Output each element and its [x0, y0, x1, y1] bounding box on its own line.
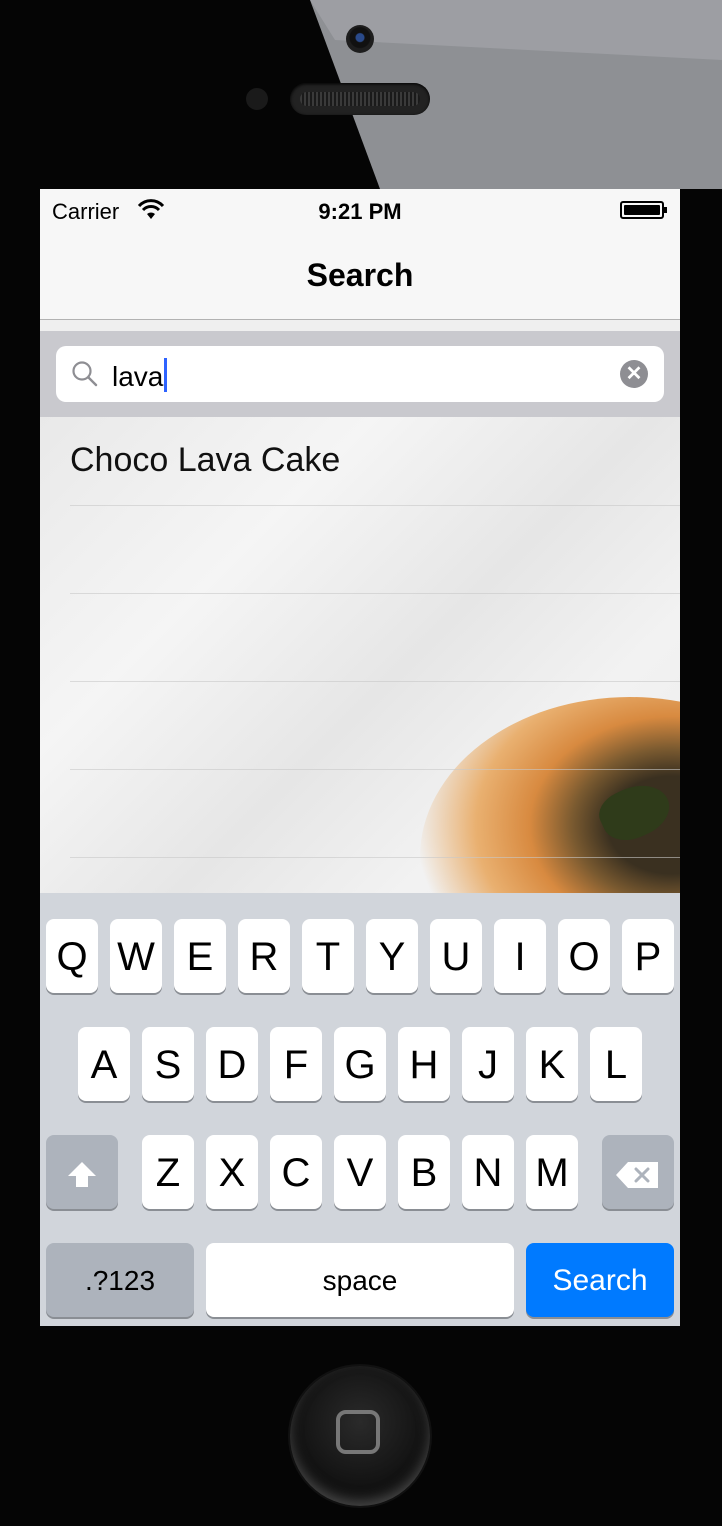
shift-icon	[68, 1162, 96, 1188]
key-q[interactable]: Q	[46, 919, 98, 993]
key-p[interactable]: P	[622, 919, 674, 993]
shift-key[interactable]	[46, 1135, 118, 1209]
key-g[interactable]: G	[334, 1027, 386, 1101]
key-u[interactable]: U	[430, 919, 482, 993]
key-e[interactable]: E	[174, 919, 226, 993]
list-item[interactable]	[70, 505, 680, 594]
key-t[interactable]: T	[302, 919, 354, 993]
key-r[interactable]: R	[238, 919, 290, 993]
battery-icon	[620, 201, 667, 219]
key-n[interactable]: N	[462, 1135, 514, 1209]
key-f[interactable]: F	[270, 1027, 322, 1101]
list-item[interactable]	[70, 593, 680, 682]
earpiece-speaker	[290, 83, 430, 115]
space-key[interactable]: space	[206, 1243, 514, 1317]
list-item-label: Choco Lava Cake	[70, 441, 341, 479]
status-time: 9:21 PM	[318, 199, 402, 224]
screen: Carrier 9:21 PM Search lava ✕ Choco Lava…	[40, 189, 680, 1326]
key-b[interactable]: B	[398, 1135, 450, 1209]
key-c[interactable]: C	[270, 1135, 322, 1209]
search-bar: lava ✕	[40, 331, 680, 417]
delete-key[interactable]	[602, 1135, 674, 1209]
search-input[interactable]: lava ✕	[56, 346, 664, 402]
key-v[interactable]: V	[334, 1135, 386, 1209]
key-i[interactable]: I	[494, 919, 546, 993]
key-a[interactable]: A	[78, 1027, 130, 1101]
text-caret	[164, 358, 168, 392]
key-s[interactable]: S	[142, 1027, 194, 1101]
key-j[interactable]: J	[462, 1027, 514, 1101]
page-title: Search	[306, 257, 414, 293]
key-y[interactable]: Y	[366, 919, 418, 993]
home-square-icon	[336, 1410, 380, 1454]
key-z[interactable]: Z	[142, 1135, 194, 1209]
navigation-bar: Search	[40, 233, 680, 320]
keyboard: Q W E R T Y U I O P A S D F G H J K L Z …	[40, 893, 680, 1326]
numbers-key[interactable]: .?123	[46, 1243, 194, 1317]
key-m[interactable]: M	[526, 1135, 578, 1209]
list-item[interactable]	[70, 769, 680, 858]
front-camera	[346, 25, 374, 53]
status-bar: Carrier 9:21 PM	[40, 189, 680, 233]
home-button[interactable]	[290, 1366, 430, 1506]
search-button[interactable]: Search	[526, 1243, 674, 1317]
search-query: lava	[112, 361, 164, 392]
key-l[interactable]: L	[590, 1027, 642, 1101]
key-o[interactable]: O	[558, 919, 610, 993]
list-item[interactable]	[70, 681, 680, 770]
list-item[interactable]: Choco Lava Cake	[70, 417, 680, 506]
key-x[interactable]: X	[206, 1135, 258, 1209]
results-list: Choco Lava Cake	[40, 417, 680, 893]
clear-icon[interactable]: ✕	[620, 360, 648, 388]
key-h[interactable]: H	[398, 1027, 450, 1101]
key-k[interactable]: K	[526, 1027, 578, 1101]
proximity-sensor	[246, 88, 268, 110]
magnifier-icon	[72, 361, 98, 387]
delete-icon	[616, 1162, 658, 1189]
key-w[interactable]: W	[110, 919, 162, 993]
key-d[interactable]: D	[206, 1027, 258, 1101]
phone-frame: Carrier 9:21 PM Search lava ✕ Choco Lava…	[0, 0, 722, 1526]
